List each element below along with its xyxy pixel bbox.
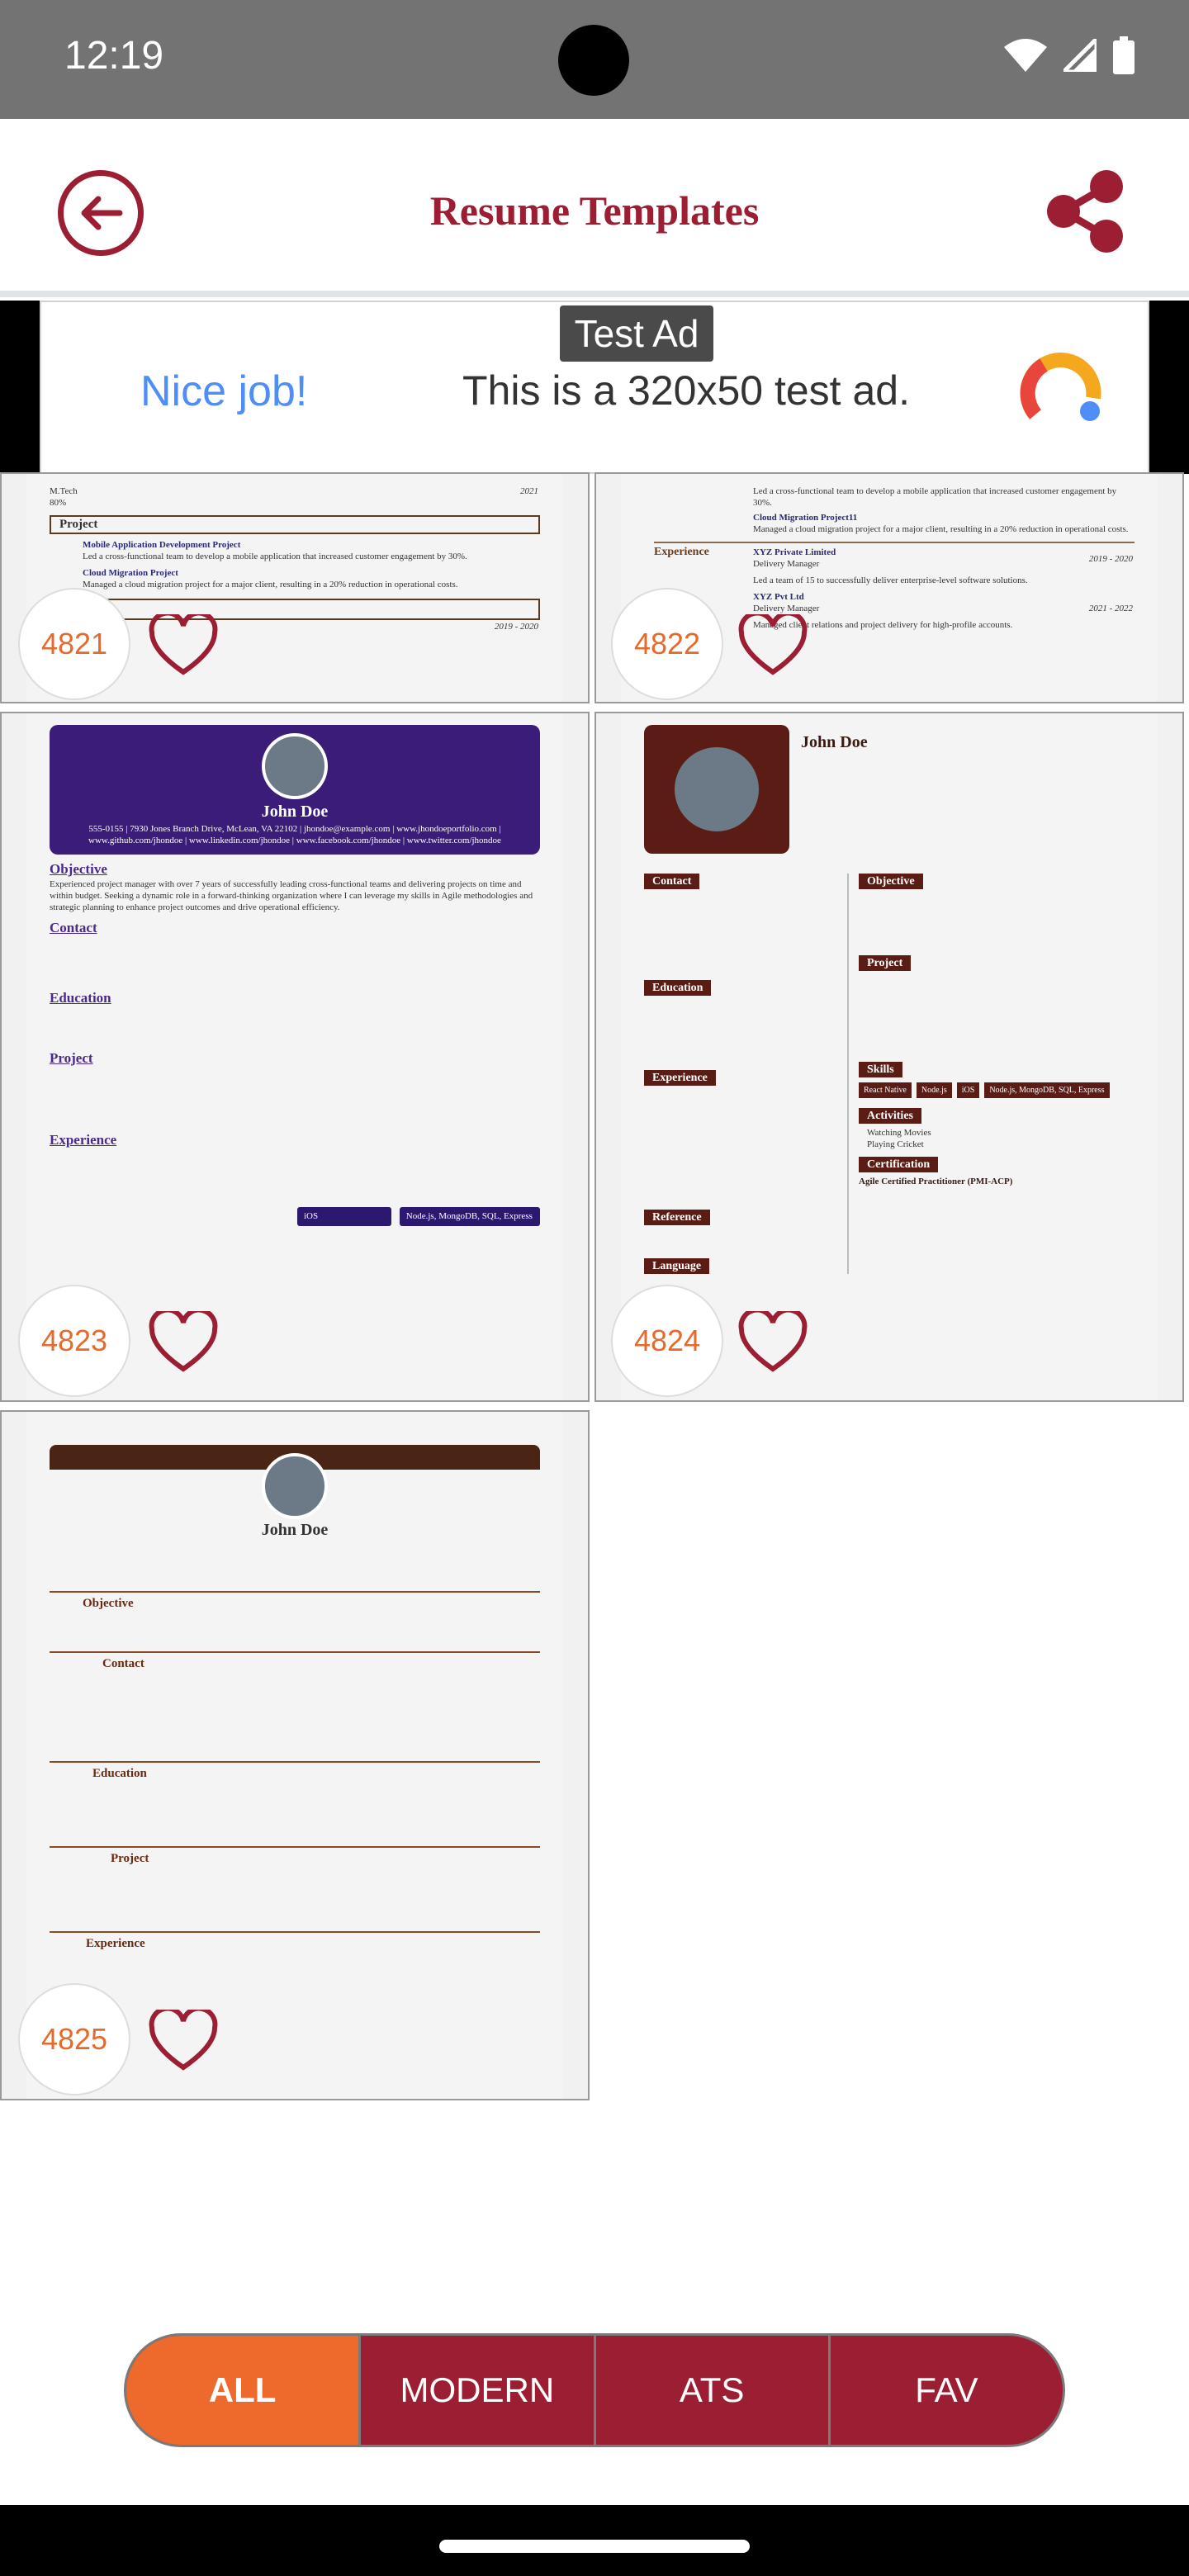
template-card-4821[interactable]: M.Tech 80% 2021 Project Mobile Applicati… <box>0 472 590 703</box>
share-icon[interactable] <box>1039 165 1131 258</box>
wifi-icon <box>1004 39 1047 72</box>
camera-cutout <box>558 25 629 96</box>
ad-banner[interactable]: Test Ad Nice job! This is a 320x50 test … <box>0 301 1189 474</box>
tab-fav[interactable]: FAV <box>831 2336 1063 2445</box>
tab-ats[interactable]: ATS <box>596 2336 831 2445</box>
template-number-badge: 4825 <box>18 1983 130 2095</box>
status-icons <box>1004 36 1135 74</box>
favorite-heart-icon[interactable] <box>149 1311 218 1374</box>
ad-headline: Nice job! <box>140 367 308 415</box>
app-header: Resume Templates <box>0 119 1189 297</box>
filter-tabs: ALL MODERN ATS FAV <box>124 2333 1065 2447</box>
template-card-4825[interactable]: John Doe Objective Contact Education Pro… <box>0 1410 590 2100</box>
template-card-4823[interactable]: John Doe 555-0155 | 7930 Jones Branch Dr… <box>0 712 590 1402</box>
favorite-heart-icon[interactable] <box>149 614 218 677</box>
template-number-badge: 4822 <box>611 588 723 700</box>
avatar <box>671 744 762 835</box>
avatar <box>262 1453 328 1519</box>
system-nav-bar <box>0 2505 1189 2576</box>
battery-icon <box>1113 36 1135 74</box>
tab-modern[interactable]: MODERN <box>361 2336 596 2445</box>
ad-text: This is a 320x50 test ad. <box>462 367 910 414</box>
avatar <box>262 733 328 799</box>
status-bar: 12:19 <box>0 0 1189 119</box>
page-title: Resume Templates <box>429 187 760 234</box>
favorite-heart-icon[interactable] <box>738 1311 808 1374</box>
template-card-4824[interactable]: John Doe Contact Education Experience Re… <box>594 712 1184 1402</box>
ad-label: Test Ad <box>560 305 713 362</box>
signal-icon <box>1063 39 1097 72</box>
tab-all[interactable]: ALL <box>126 2336 362 2445</box>
template-number-badge: 4823 <box>18 1285 130 1397</box>
template-number-badge: 4824 <box>611 1285 723 1397</box>
resume-banner: John Doe 555-0155 | 7930 Jones Branch Dr… <box>50 725 540 855</box>
ad-content[interactable]: Test Ad Nice job! This is a 320x50 test … <box>40 301 1149 474</box>
template-number-badge: 4821 <box>18 588 130 700</box>
ad-logo-icon <box>1020 353 1101 421</box>
favorite-heart-icon[interactable] <box>149 2010 218 2072</box>
favorite-heart-icon[interactable] <box>738 614 808 677</box>
template-card-4822[interactable]: Led a cross-functional team to develop a… <box>594 472 1184 703</box>
status-time: 12:19 <box>64 34 164 78</box>
home-gesture-handle[interactable] <box>439 2540 750 2553</box>
